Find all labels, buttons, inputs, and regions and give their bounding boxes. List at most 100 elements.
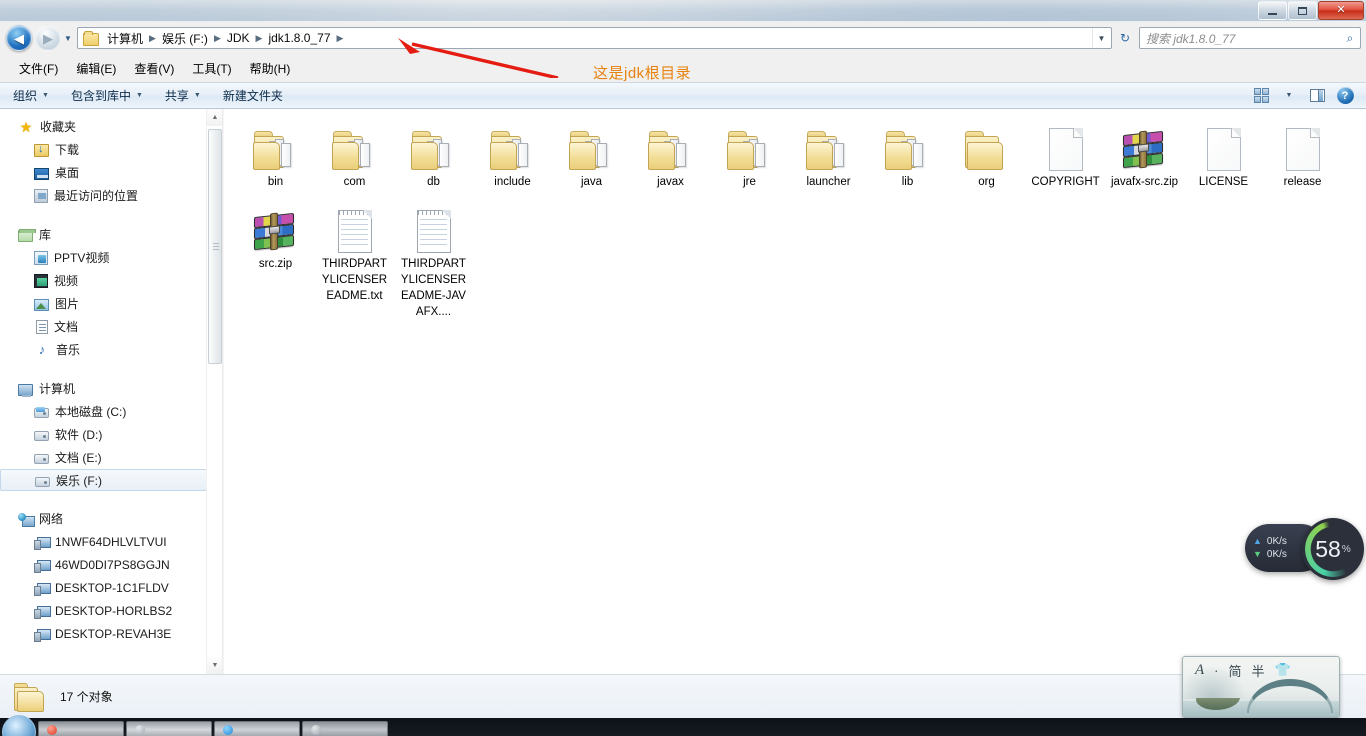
file-list[interactable]: bin com db include java javax jre launch… xyxy=(224,109,1366,674)
scroll-up-button[interactable]: ▲ xyxy=(207,109,222,126)
menu-item-edit[interactable]: 编辑(E) xyxy=(67,57,125,80)
sidebar-item-favorites[interactable]: ★ 收藏夹 xyxy=(0,115,222,138)
new-folder-button[interactable]: 新建文件夹 xyxy=(214,84,292,107)
file-item-bin[interactable]: bin xyxy=(236,117,315,193)
ime-mode-simplified[interactable]: 简 xyxy=(1229,661,1242,680)
close-button[interactable]: ✕ xyxy=(1318,1,1364,20)
include-in-library-button[interactable]: 包含到库中 ▼ xyxy=(62,84,152,107)
sidebar-item-network[interactable]: 网络 xyxy=(0,507,222,530)
computer-node-icon xyxy=(34,628,51,642)
file-item-jre[interactable]: jre xyxy=(710,117,789,193)
navigation-scrollbar[interactable]: ▲ ▼ xyxy=(206,109,222,674)
text-file-icon xyxy=(416,210,451,253)
file-item-javafx-src-zip[interactable]: javafx-src.zip xyxy=(1105,117,1184,193)
taskbar-button[interactable] xyxy=(302,721,388,736)
refresh-button[interactable]: ↻ xyxy=(1114,27,1136,49)
ime-skin-icon[interactable]: 👕 xyxy=(1275,662,1291,678)
breadcrumb-item-drive-f[interactable]: 娱乐 (F:) xyxy=(158,28,212,49)
scrollbar-thumb[interactable] xyxy=(208,129,222,364)
sidebar-item-network-1nwf64dhlvltvui[interactable]: 1NWF64DHLVLTVUI xyxy=(0,530,222,553)
recent-pages-dropdown[interactable]: ▼ xyxy=(61,25,75,51)
taskbar-button[interactable] xyxy=(126,721,212,736)
file-item-include[interactable]: include xyxy=(473,117,552,193)
sidebar-item-recent-places[interactable]: 最近访问的位置 xyxy=(0,184,222,207)
file-icon-wrap xyxy=(489,121,536,171)
file-item-release[interactable]: release xyxy=(1263,117,1342,193)
sidebar-item-computer[interactable]: 计算机 xyxy=(0,377,222,400)
sidebar-item-downloads[interactable]: 下载 xyxy=(0,138,222,161)
file-item-license[interactable]: LICENSE xyxy=(1184,117,1263,193)
sidebar-item-network-desktop-1c1fldv[interactable]: DESKTOP-1C1FLDV xyxy=(0,576,222,599)
folder-icon xyxy=(964,129,1010,171)
help-button[interactable]: ? xyxy=(1332,85,1358,107)
change-view-button[interactable] xyxy=(1248,85,1274,107)
sidebar-item-drive-f[interactable]: 娱乐 (F:) xyxy=(0,469,218,491)
taskbar-button[interactable] xyxy=(214,721,300,736)
ime-mode-halfwidth[interactable]: 半 xyxy=(1252,661,1265,680)
sidebar-item-desktop[interactable]: 桌面 xyxy=(0,161,222,184)
scrollbar-track[interactable] xyxy=(207,126,222,657)
sidebar-item-pictures[interactable]: 图片 xyxy=(0,292,222,315)
forward-button[interactable]: ▶ xyxy=(35,25,61,51)
sidebar-item-label: 软件 (D:) xyxy=(55,428,103,442)
menu-item-tools[interactable]: 工具(T) xyxy=(183,57,240,80)
sidebar-item-music[interactable]: ♪ 音乐 xyxy=(0,338,222,361)
chevron-right-icon[interactable]: ▶ xyxy=(335,33,346,44)
breadcrumb-bar[interactable]: 计算机 ▶ 娱乐 (F:) ▶ JDK ▶ jdk1.8.0_77 ▶ ▼ xyxy=(77,27,1112,49)
chevron-right-icon[interactable]: ▶ xyxy=(254,33,265,44)
search-input[interactable]: 搜索 jdk1.8.0_77 xyxy=(1140,30,1340,47)
maximize-button[interactable] xyxy=(1288,1,1317,20)
gauge-value: 58 xyxy=(1315,535,1341,562)
file-item-com[interactable]: com xyxy=(315,117,394,193)
file-item-thirdpartylicensereadme-javafx[interactable]: THIRDPARTYLICENSEREADME-JAVAFX.... xyxy=(394,199,473,322)
breadcrumb-dropdown-button[interactable]: ▼ xyxy=(1092,28,1110,48)
file-item-db[interactable]: db xyxy=(394,117,473,193)
address-bar-row: ◀ ▶ ▼ 计算机 ▶ 娱乐 (F:) ▶ JDK ▶ jdk1.8.0_77 … xyxy=(0,22,1366,54)
scroll-down-button[interactable]: ▼ xyxy=(207,657,222,674)
file-icon-wrap xyxy=(884,121,931,171)
memory-usage-gauge[interactable]: 58 % xyxy=(1302,518,1364,580)
file-item-lib[interactable]: lib xyxy=(868,117,947,193)
sidebar-item-network-46wd0di7ps8ggjn[interactable]: 46WD0DI7PS8GGJN xyxy=(0,553,222,576)
ime-panel[interactable]: A · 简 半 👕 xyxy=(1182,656,1340,718)
preview-pane-button[interactable] xyxy=(1304,85,1330,107)
breadcrumb-item-jdk18077[interactable]: jdk1.8.0_77 xyxy=(264,29,334,47)
chevron-right-icon[interactable]: ▶ xyxy=(147,33,158,44)
sidebar-item-videos[interactable]: 视频 xyxy=(0,269,222,292)
computer-icon xyxy=(18,383,33,397)
breadcrumb-item-computer[interactable]: 计算机 xyxy=(103,28,147,49)
menu-item-view[interactable]: 查看(V) xyxy=(125,57,183,80)
sidebar-item-drive-d[interactable]: 软件 (D:) xyxy=(0,423,222,446)
chevron-right-icon[interactable]: ▶ xyxy=(212,33,223,44)
sidebar-item-pptv-video[interactable]: PPTV视频 xyxy=(0,246,222,269)
file-item-copyright[interactable]: COPYRIGHT xyxy=(1026,117,1105,193)
menu-item-help[interactable]: 帮助(H) xyxy=(241,57,300,80)
ime-mode-letter[interactable]: A xyxy=(1195,662,1204,679)
menu-item-file[interactable]: 文件(F) xyxy=(10,57,67,80)
minimize-button[interactable] xyxy=(1258,1,1287,20)
sidebar-item-documents[interactable]: 文档 xyxy=(0,315,222,338)
file-item-src-zip[interactable]: src.zip xyxy=(236,199,315,322)
folder-icon xyxy=(805,129,852,171)
search-box[interactable]: 搜索 jdk1.8.0_77 ⌕ xyxy=(1139,27,1361,49)
file-item-org[interactable]: org xyxy=(947,117,1026,193)
file-item-javax[interactable]: javax xyxy=(631,117,710,193)
document-icon xyxy=(1206,128,1241,171)
organize-button[interactable]: 组织 ▼ xyxy=(4,84,58,107)
sidebar-item-network-desktop-revah3e[interactable]: DESKTOP-REVAH3E xyxy=(0,622,222,645)
ime-bridge-decoration xyxy=(1247,679,1333,713)
share-button[interactable]: 共享 ▼ xyxy=(156,84,210,107)
back-button[interactable]: ◀ xyxy=(6,25,32,51)
sidebar-item-drive-e[interactable]: 文档 (E:) xyxy=(0,446,222,469)
sidebar-item-network-desktop-horlbs2[interactable]: DESKTOP-HORLBS2 xyxy=(0,599,222,622)
chevron-down-icon: ▼ xyxy=(135,92,143,99)
view-dropdown-button[interactable]: ▼ xyxy=(1276,85,1302,107)
start-button[interactable] xyxy=(2,715,36,736)
file-item-java[interactable]: java xyxy=(552,117,631,193)
sidebar-item-drive-c[interactable]: 本地磁盘 (C:) xyxy=(0,400,222,423)
sidebar-item-libraries[interactable]: 库 xyxy=(0,223,222,246)
file-item-thirdpartylicensereadme-txt[interactable]: THIRDPARTYLICENSEREADME.txt xyxy=(315,199,394,322)
breadcrumb-item-jdk[interactable]: JDK xyxy=(223,29,254,47)
taskbar-button[interactable] xyxy=(38,721,124,736)
file-item-launcher[interactable]: launcher xyxy=(789,117,868,193)
